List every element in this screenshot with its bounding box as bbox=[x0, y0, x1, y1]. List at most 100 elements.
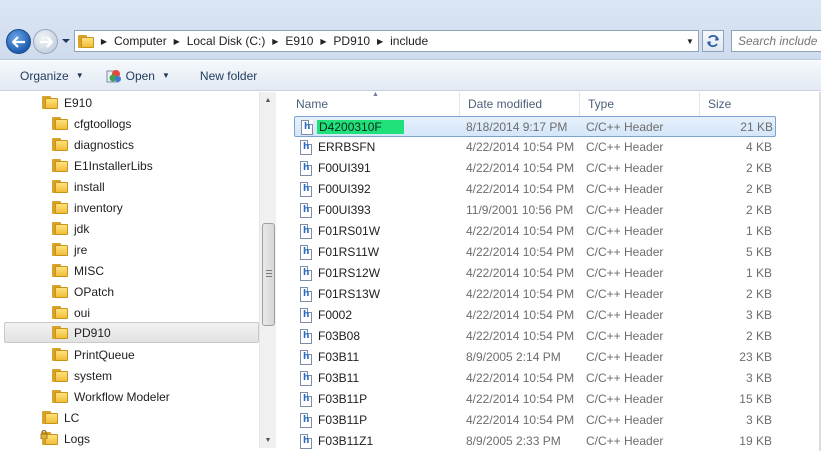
scroll-up-arrow-icon[interactable]: ▲ bbox=[260, 92, 276, 108]
file-row[interactable]: h F01RS13W 4/22/2014 10:54 PM C/C++ Head… bbox=[294, 284, 776, 305]
file-row[interactable]: h F00UI393 11/9/2001 10:56 PM C/C++ Head… bbox=[294, 200, 776, 221]
nav-item-jre[interactable]: jre bbox=[0, 239, 260, 260]
file-type: C/C++ Header bbox=[586, 140, 664, 154]
file-row[interactable]: h F03B11 8/9/2005 2:14 PM C/C++ Header 2… bbox=[294, 347, 776, 368]
breadcrumb-pd910[interactable]: PD910 bbox=[330, 34, 373, 48]
file-date: 4/22/2014 10:54 PM bbox=[466, 371, 575, 385]
new-folder-button[interactable]: New folder bbox=[192, 65, 265, 87]
file-row[interactable]: h F00UI391 4/22/2014 10:54 PM C/C++ Head… bbox=[294, 158, 776, 179]
lock-icon bbox=[40, 430, 48, 439]
nav-item-jdk[interactable]: jdk bbox=[0, 218, 260, 239]
nav-item-diagnostics[interactable]: diagnostics bbox=[0, 134, 260, 155]
file-name: F03B11 bbox=[318, 350, 360, 364]
nav-item-label: jdk bbox=[74, 221, 90, 236]
nav-item-opatch[interactable]: OPatch bbox=[0, 281, 260, 302]
file-list: Name ▲ Date modified Type Size h D420031… bbox=[286, 92, 821, 451]
refresh-icon bbox=[707, 35, 719, 47]
column-header-type[interactable]: Type bbox=[580, 92, 700, 116]
column-header-name[interactable]: Name ▲ bbox=[288, 92, 460, 116]
open-button[interactable]: Open ▼ bbox=[98, 65, 178, 87]
file-row[interactable]: h F01RS01W 4/22/2014 10:54 PM C/C++ Head… bbox=[294, 221, 776, 242]
nav-item-label: MISC bbox=[74, 263, 104, 278]
organize-button[interactable]: Organize ▼ bbox=[12, 65, 92, 87]
file-date: 4/22/2014 10:54 PM bbox=[466, 182, 575, 196]
file-row[interactable]: h F00UI392 4/22/2014 10:54 PM C/C++ Head… bbox=[294, 179, 776, 200]
new-folder-label: New folder bbox=[199, 68, 258, 83]
column-header-date-modified[interactable]: Date modified bbox=[460, 92, 580, 116]
folder-icon bbox=[52, 180, 68, 193]
c-header-file-icon: h bbox=[300, 371, 312, 386]
forward-button[interactable] bbox=[33, 29, 58, 54]
breadcrumb-separator-icon[interactable]: ▶ bbox=[268, 37, 282, 46]
pane-splitter[interactable] bbox=[276, 92, 286, 451]
breadcrumb-separator-icon[interactable]: ▶ bbox=[373, 37, 387, 46]
breadcrumb-computer[interactable]: Computer bbox=[111, 34, 170, 48]
nav-item-lc[interactable]: LC bbox=[0, 407, 260, 428]
refresh-button[interactable] bbox=[702, 30, 724, 52]
file-name: F01RS13W bbox=[318, 287, 381, 301]
file-row[interactable]: h F01RS12W 4/22/2014 10:54 PM C/C++ Head… bbox=[294, 263, 776, 284]
recent-pages-chevron-icon[interactable] bbox=[61, 36, 71, 46]
column-header-size[interactable]: Size bbox=[700, 92, 776, 116]
file-name: ERRBSFN bbox=[318, 140, 376, 154]
nav-item-logs[interactable]: Logs bbox=[0, 428, 260, 449]
file-row[interactable]: h F0002 4/22/2014 10:54 PM C/C++ Header … bbox=[294, 305, 776, 326]
breadcrumb-separator-icon[interactable]: ▶ bbox=[316, 37, 330, 46]
breadcrumb-separator-icon[interactable]: ▶ bbox=[97, 37, 111, 46]
breadcrumb-include[interactable]: include bbox=[387, 34, 431, 48]
file-name: F01RS01W bbox=[318, 224, 381, 238]
nav-item-install[interactable]: install bbox=[0, 176, 260, 197]
c-header-file-icon: h bbox=[300, 266, 312, 281]
file-date: 11/9/2001 10:56 PM bbox=[466, 203, 574, 217]
nav-item-printqueue[interactable]: PrintQueue bbox=[0, 344, 260, 365]
file-type: C/C++ Header bbox=[586, 350, 664, 364]
nav-item-cfgtoollogs[interactable]: cfgtoollogs bbox=[0, 113, 260, 134]
scrollbar-thumb[interactable] bbox=[262, 223, 275, 326]
nav-item-label: system bbox=[74, 368, 113, 383]
nav-item-oui[interactable]: oui bbox=[0, 302, 260, 323]
breadcrumb-e910[interactable]: E910 bbox=[282, 34, 316, 48]
navigation-scrollbar[interactable]: ▲ ▼ bbox=[259, 92, 276, 448]
file-row[interactable]: h F03B11P 4/22/2014 10:54 PM C/C++ Heade… bbox=[294, 389, 776, 410]
folder-icon bbox=[42, 96, 58, 109]
file-type: C/C++ Header bbox=[586, 161, 664, 175]
nav-item-inventory[interactable]: inventory bbox=[0, 197, 260, 218]
nav-item-workflow-modeler[interactable]: Workflow Modeler bbox=[0, 386, 260, 407]
file-name: F01RS12W bbox=[318, 266, 381, 280]
file-row[interactable]: h F03B11 4/22/2014 10:54 PM C/C++ Header… bbox=[294, 368, 776, 389]
address-box[interactable]: ▶ Computer ▶ Local Disk (C:) ▶ E910 ▶ PD… bbox=[74, 30, 699, 52]
nav-item-misc[interactable]: MISC bbox=[0, 260, 260, 281]
folder-icon bbox=[42, 411, 58, 424]
file-row[interactable]: h F03B11P 4/22/2014 10:54 PM C/C++ Heade… bbox=[294, 410, 776, 431]
nav-item-label: Workflow Modeler bbox=[74, 389, 170, 404]
file-row[interactable]: h F03B11Z1 8/9/2005 2:33 PM C/C++ Header… bbox=[294, 431, 776, 451]
address-bar-area: ▶ Computer ▶ Local Disk (C:) ▶ E910 ▶ PD… bbox=[0, 0, 821, 60]
scroll-down-arrow-icon[interactable]: ▼ bbox=[260, 432, 276, 448]
folder-icon bbox=[52, 243, 68, 256]
nav-item-e1installerlibs[interactable]: E1InstallerLibs bbox=[0, 155, 260, 176]
search-input[interactable] bbox=[731, 30, 821, 52]
file-row[interactable]: h F01RS11W 4/22/2014 10:54 PM C/C++ Head… bbox=[294, 242, 776, 263]
file-date: 8/9/2005 2:14 PM bbox=[466, 350, 561, 364]
file-type: C/C++ Header bbox=[586, 371, 664, 385]
file-row[interactable]: h F03B08 4/22/2014 10:54 PM C/C++ Header… bbox=[294, 326, 776, 347]
address-dropdown-icon[interactable]: ▼ bbox=[682, 31, 698, 51]
nav-item-system[interactable]: system bbox=[0, 365, 260, 386]
back-button[interactable] bbox=[6, 29, 31, 54]
file-row[interactable]: h ERRBSFN 4/22/2014 10:54 PM C/C++ Heade… bbox=[294, 137, 776, 158]
c-header-file-icon: h bbox=[300, 287, 312, 302]
folder-icon bbox=[52, 348, 68, 361]
c-header-file-icon: h bbox=[300, 434, 312, 449]
nav-item-label: PD910 bbox=[74, 325, 111, 340]
nav-item-label: LC bbox=[64, 410, 80, 425]
rename-input[interactable]: D4200310F bbox=[317, 120, 404, 134]
nav-item-e910[interactable]: E910 bbox=[0, 92, 260, 113]
breadcrumb-local-disk[interactable]: Local Disk (C:) bbox=[184, 34, 269, 48]
breadcrumb-separator-icon[interactable]: ▶ bbox=[170, 37, 184, 46]
nav-item-pd910[interactable]: PD910 bbox=[4, 322, 259, 343]
nav-item-label: Logs bbox=[64, 431, 91, 446]
folder-icon bbox=[52, 369, 68, 382]
file-row[interactable]: h D4200310F 8/18/2014 9:17 PM C/C++ Head… bbox=[294, 116, 776, 137]
file-type: C/C++ Header bbox=[586, 182, 664, 196]
file-name: F00UI392 bbox=[318, 182, 371, 196]
